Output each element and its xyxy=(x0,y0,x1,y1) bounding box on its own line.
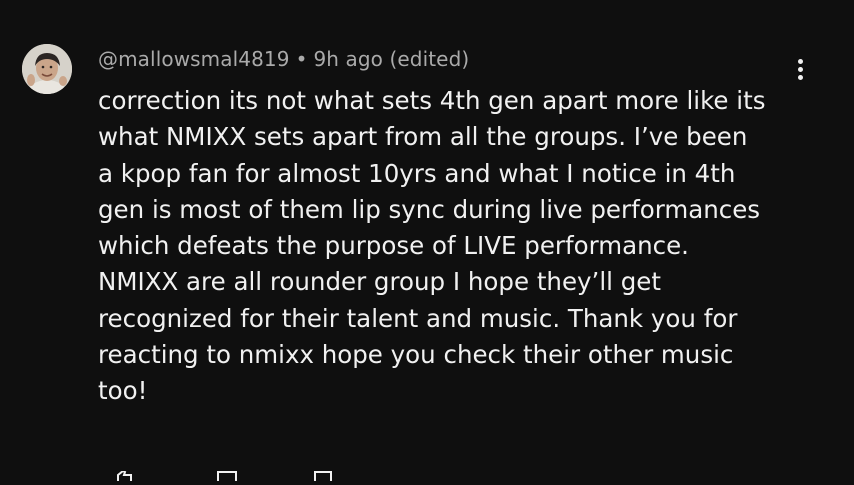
comment-thread: @mallowsmal4819 • 9h ago (edited) correcti… xyxy=(0,0,854,481)
comment-text-line: what NMIXX sets apart from all the group… xyxy=(98,122,748,152)
comment-text-line: correction its not what sets 4th gen apa… xyxy=(98,86,766,115)
comment-text: correction its not what sets 4th gen apa… xyxy=(98,83,818,410)
comment-text-line: recognized for their talent and music. T… xyxy=(98,303,738,333)
comment-text-line: NMIXX are all rounder group I hope they’… xyxy=(98,267,661,297)
comment-text-line: which defeats the purpose of LIVE perfor… xyxy=(98,231,689,261)
comment-text-line: gen is most of them lip sync during live… xyxy=(98,194,761,224)
avatar[interactable] xyxy=(22,44,72,94)
comment-text-line: reacting to nmixx hope you check their o… xyxy=(98,340,734,370)
comment-actions xyxy=(98,462,498,482)
comment-text-line: a kpop fan for almost 10yrs and what I n… xyxy=(98,158,736,188)
meta-separator: • xyxy=(295,47,308,71)
dislike-button[interactable] xyxy=(216,466,242,485)
author-name[interactable]: @mallowsmal4819 xyxy=(98,47,290,71)
comment-timestamp[interactable]: 9h ago (edited) xyxy=(313,47,469,71)
comment-meta: @mallowsmal4819 • 9h ago (edited) xyxy=(98,47,469,71)
comment-text-line: too! xyxy=(98,376,148,406)
like-button[interactable] xyxy=(114,466,136,485)
reply-button[interactable] xyxy=(313,466,335,485)
avatar-photo xyxy=(22,44,72,94)
